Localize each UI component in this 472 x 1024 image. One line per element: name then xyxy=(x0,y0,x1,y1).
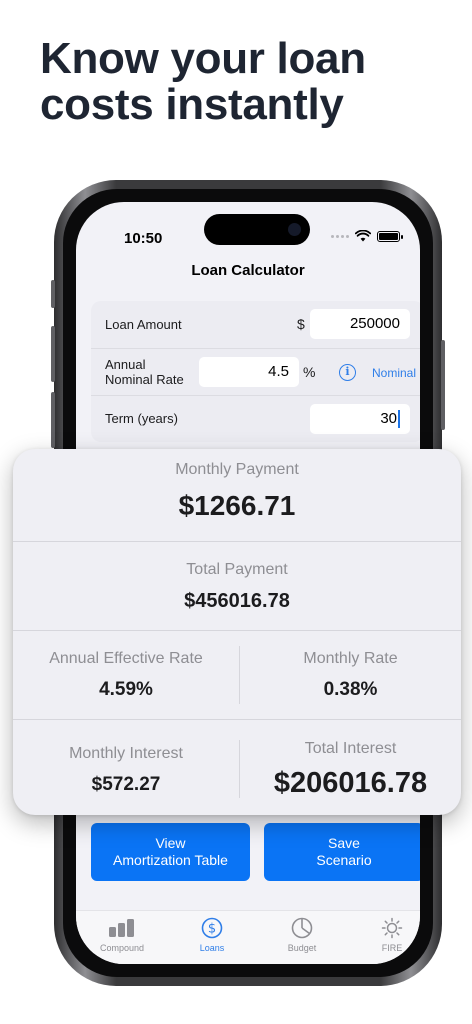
dollar-circle-icon: $ xyxy=(201,917,223,939)
tab-bar: Compound $ Loans Budget FIRE xyxy=(76,910,420,964)
total-interest-value: $206016.78 xyxy=(273,767,428,799)
results-card: Monthly Payment $1266.71 Total Payment $… xyxy=(13,449,461,815)
currency-symbol: $ xyxy=(297,316,305,332)
annual-effective-rate-label: Annual Effective Rate xyxy=(49,650,203,667)
term-input[interactable]: 30 xyxy=(310,404,410,434)
loan-amount-row: Loan Amount $ 250000 xyxy=(91,301,420,348)
tab-budget[interactable]: Budget xyxy=(262,917,342,953)
info-icon[interactable]: i xyxy=(339,364,356,381)
save-scenario-button[interactable]: Save Scenario xyxy=(264,823,420,881)
volume-up-button xyxy=(51,326,55,382)
volume-down-button xyxy=(51,392,55,448)
power-button xyxy=(441,340,445,430)
battery-icon xyxy=(377,230,403,242)
tab-label: Loans xyxy=(199,943,225,953)
status-indicators xyxy=(331,230,403,242)
svg-text:$: $ xyxy=(208,922,216,937)
loan-form: Loan Amount $ 250000 Annual Nominal Rate… xyxy=(91,301,420,442)
text-caret xyxy=(398,410,400,429)
monthly-rate-value: 0.38% xyxy=(323,679,378,700)
view-amortization-button[interactable]: View Amortization Table xyxy=(91,823,250,881)
monthly-interest-value: $572.27 xyxy=(91,774,161,795)
nav-title: Loan Calculator xyxy=(191,262,305,279)
amortization-button-line-2: Amortization Table xyxy=(113,852,228,868)
total-interest-label: Total Interest xyxy=(304,740,397,757)
pie-chart-icon xyxy=(291,917,313,939)
headline-line-1: Know your loan xyxy=(40,34,366,83)
tab-label: Compound xyxy=(99,943,145,953)
wifi-icon xyxy=(355,230,371,242)
total-payment-value: $456016.78 xyxy=(184,590,290,612)
rate-input[interactable]: 4.5 xyxy=(199,357,299,387)
sun-icon xyxy=(381,917,403,939)
rate-label-line-2: Nominal Rate xyxy=(105,372,184,387)
headline-line-2: costs instantly xyxy=(40,80,344,129)
results-divider xyxy=(13,719,461,720)
marketing-headline: Know your loan costs instantly xyxy=(40,36,366,128)
monthly-payment-value: $1266.71 xyxy=(178,490,296,521)
save-button-line-1: Save xyxy=(328,835,360,851)
rate-row: Annual Nominal Rate 4.5 % i Nominal xyxy=(91,349,420,395)
signal-icon xyxy=(331,234,349,238)
save-button-line-2: Scenario xyxy=(316,852,372,868)
tab-label: Budget xyxy=(287,943,317,953)
amortization-button-line-1: View xyxy=(155,835,186,851)
tab-loans[interactable]: $ Loans xyxy=(172,917,252,953)
loan-amount-input[interactable]: 250000 xyxy=(310,309,410,339)
results-divider xyxy=(13,630,461,631)
dynamic-island xyxy=(204,214,310,245)
tab-label: FIRE xyxy=(381,943,403,953)
camera-icon xyxy=(288,223,301,236)
tab-fire[interactable]: FIRE xyxy=(352,917,420,953)
bar-chart-icon xyxy=(109,919,134,937)
silent-switch xyxy=(51,280,55,308)
status-time: 10:50 xyxy=(124,230,163,247)
percent-unit: % xyxy=(303,364,316,380)
rate-label-line-1: Annual xyxy=(105,357,146,372)
results-divider xyxy=(13,541,461,542)
monthly-interest-label: Monthly Interest xyxy=(69,745,183,762)
tab-compound[interactable]: Compound xyxy=(82,917,162,953)
term-row: Term (years) 30 xyxy=(91,396,420,442)
annual-effective-rate-value: 4.59% xyxy=(99,679,153,700)
monthly-payment-label: Monthly Payment xyxy=(175,461,299,478)
term-label: Term (years) xyxy=(105,411,178,426)
rate-mode-toggle[interactable]: Nominal xyxy=(372,366,416,380)
monthly-rate-label: Monthly Rate xyxy=(303,650,398,667)
rate-label: Annual Nominal Rate xyxy=(105,357,184,387)
total-payment-label: Total Payment xyxy=(186,561,288,578)
term-value: 30 xyxy=(380,410,397,427)
loan-amount-label: Loan Amount xyxy=(105,317,182,332)
